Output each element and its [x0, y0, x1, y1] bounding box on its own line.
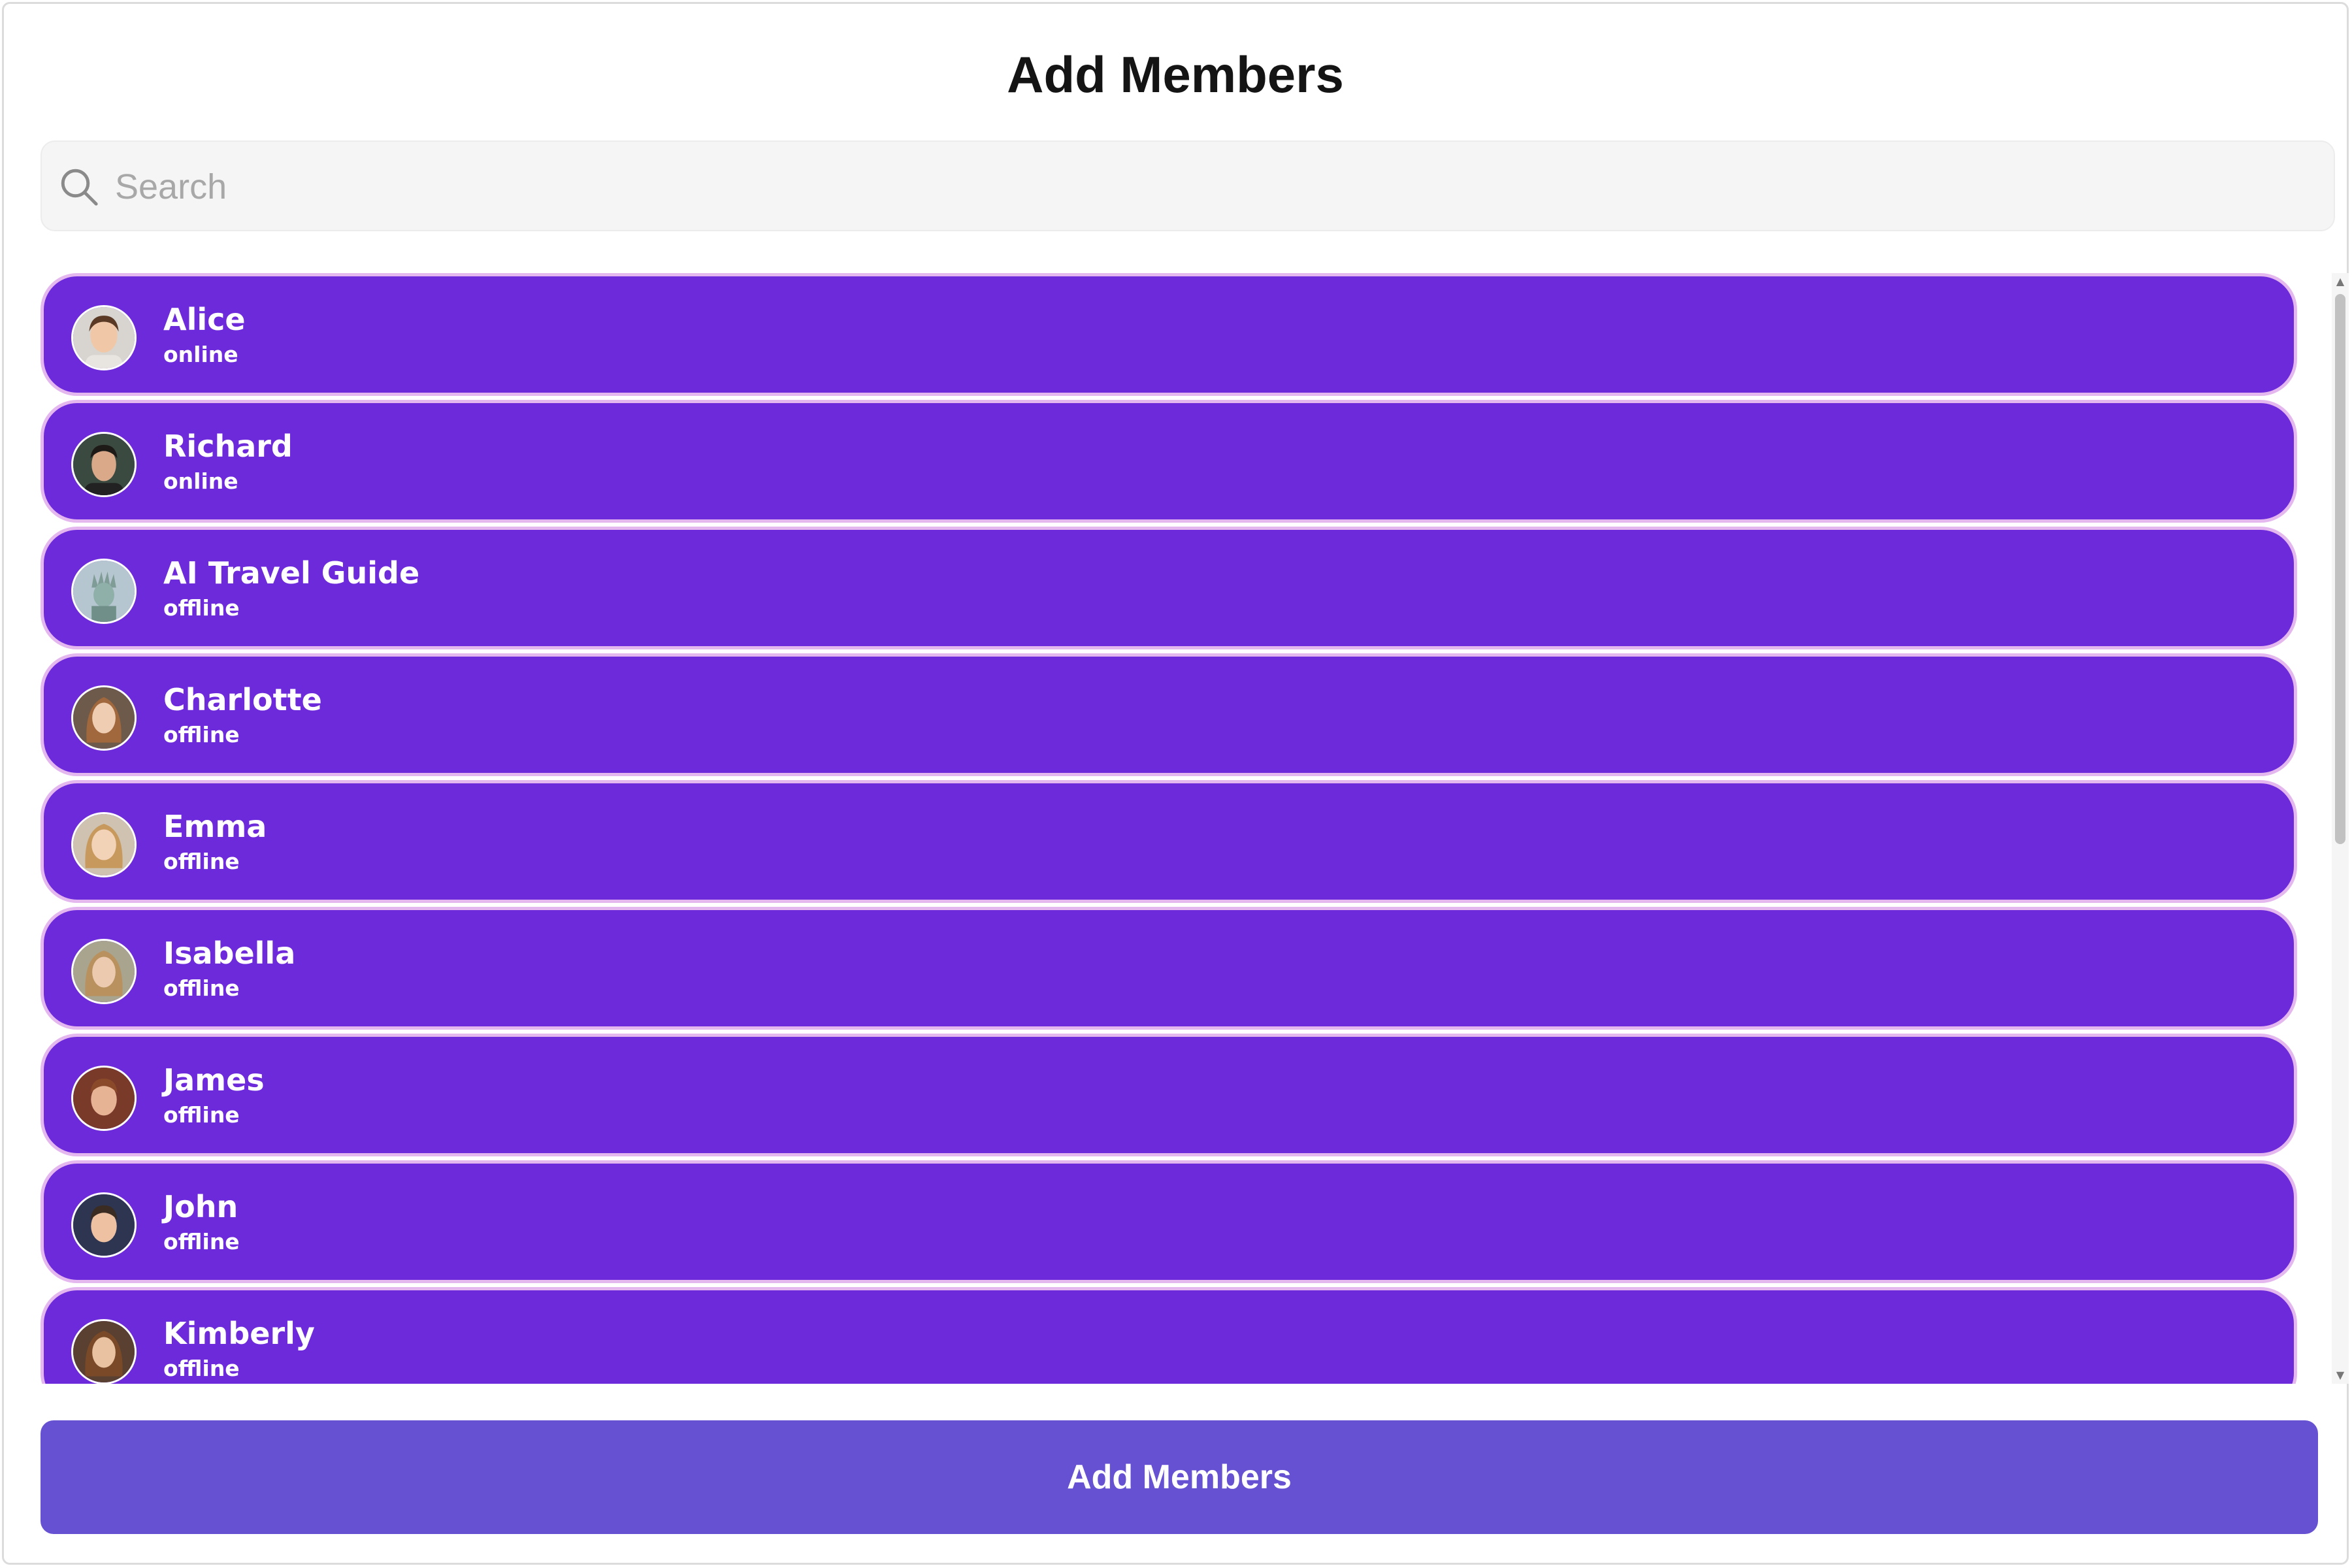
scrollbar[interactable]: ▲ ▼ [2332, 273, 2349, 1384]
member-name: John [163, 1189, 238, 1224]
member-name: AI Travel Guide [163, 555, 420, 591]
avatar [71, 1066, 137, 1131]
avatar [71, 939, 137, 1004]
list-item[interactable]: Charlotte offline [41, 653, 2297, 776]
member-name: Charlotte [163, 682, 322, 717]
list-item[interactable]: Alice online [41, 273, 2297, 396]
member-name: Isabella [163, 936, 296, 971]
avatar [71, 432, 137, 497]
member-status: online [163, 468, 238, 494]
search-icon [61, 169, 98, 206]
scrollbar-thumb[interactable] [2335, 294, 2345, 844]
list-item[interactable]: Kimberly offline [41, 1287, 2297, 1384]
member-status: offline [163, 1356, 240, 1381]
list-item[interactable]: James offline [41, 1034, 2297, 1156]
list-item[interactable]: AI Travel Guide offline [41, 527, 2297, 649]
member-name: Kimberly [163, 1316, 315, 1351]
member-list[interactable]: Alice online Richard online AI Travel Gu… [41, 273, 2300, 1384]
member-status: offline [163, 1229, 240, 1254]
search-bar[interactable] [41, 140, 2335, 231]
list-item[interactable]: Emma offline [41, 780, 2297, 903]
list-item[interactable]: Isabella offline [41, 907, 2297, 1030]
avatar [71, 1192, 137, 1258]
list-item[interactable]: John offline [41, 1160, 2297, 1283]
member-name: Alice [163, 302, 246, 337]
member-status: offline [163, 849, 240, 874]
avatar [71, 559, 137, 624]
dialog: Add Members Alice online Richard online [2, 2, 2349, 1565]
member-name: Emma [163, 809, 267, 844]
list-item[interactable]: Richard online [41, 400, 2297, 523]
scroll-down-arrow-icon[interactable]: ▼ [2332, 1367, 2349, 1384]
member-status: offline [163, 975, 240, 1001]
member-status: offline [163, 1102, 240, 1128]
member-status: offline [163, 722, 240, 747]
member-name: Richard [163, 429, 293, 464]
add-members-button[interactable]: Add Members [41, 1420, 2318, 1534]
member-status: online [163, 342, 238, 367]
avatar [71, 685, 137, 751]
avatar [71, 1319, 137, 1384]
avatar [71, 812, 137, 877]
scroll-up-arrow-icon[interactable]: ▲ [2332, 273, 2349, 290]
member-name: James [163, 1062, 265, 1098]
page-title: Add Members [1007, 46, 1344, 103]
search-input[interactable] [114, 142, 2311, 231]
member-status: offline [163, 595, 240, 621]
avatar [71, 305, 137, 370]
